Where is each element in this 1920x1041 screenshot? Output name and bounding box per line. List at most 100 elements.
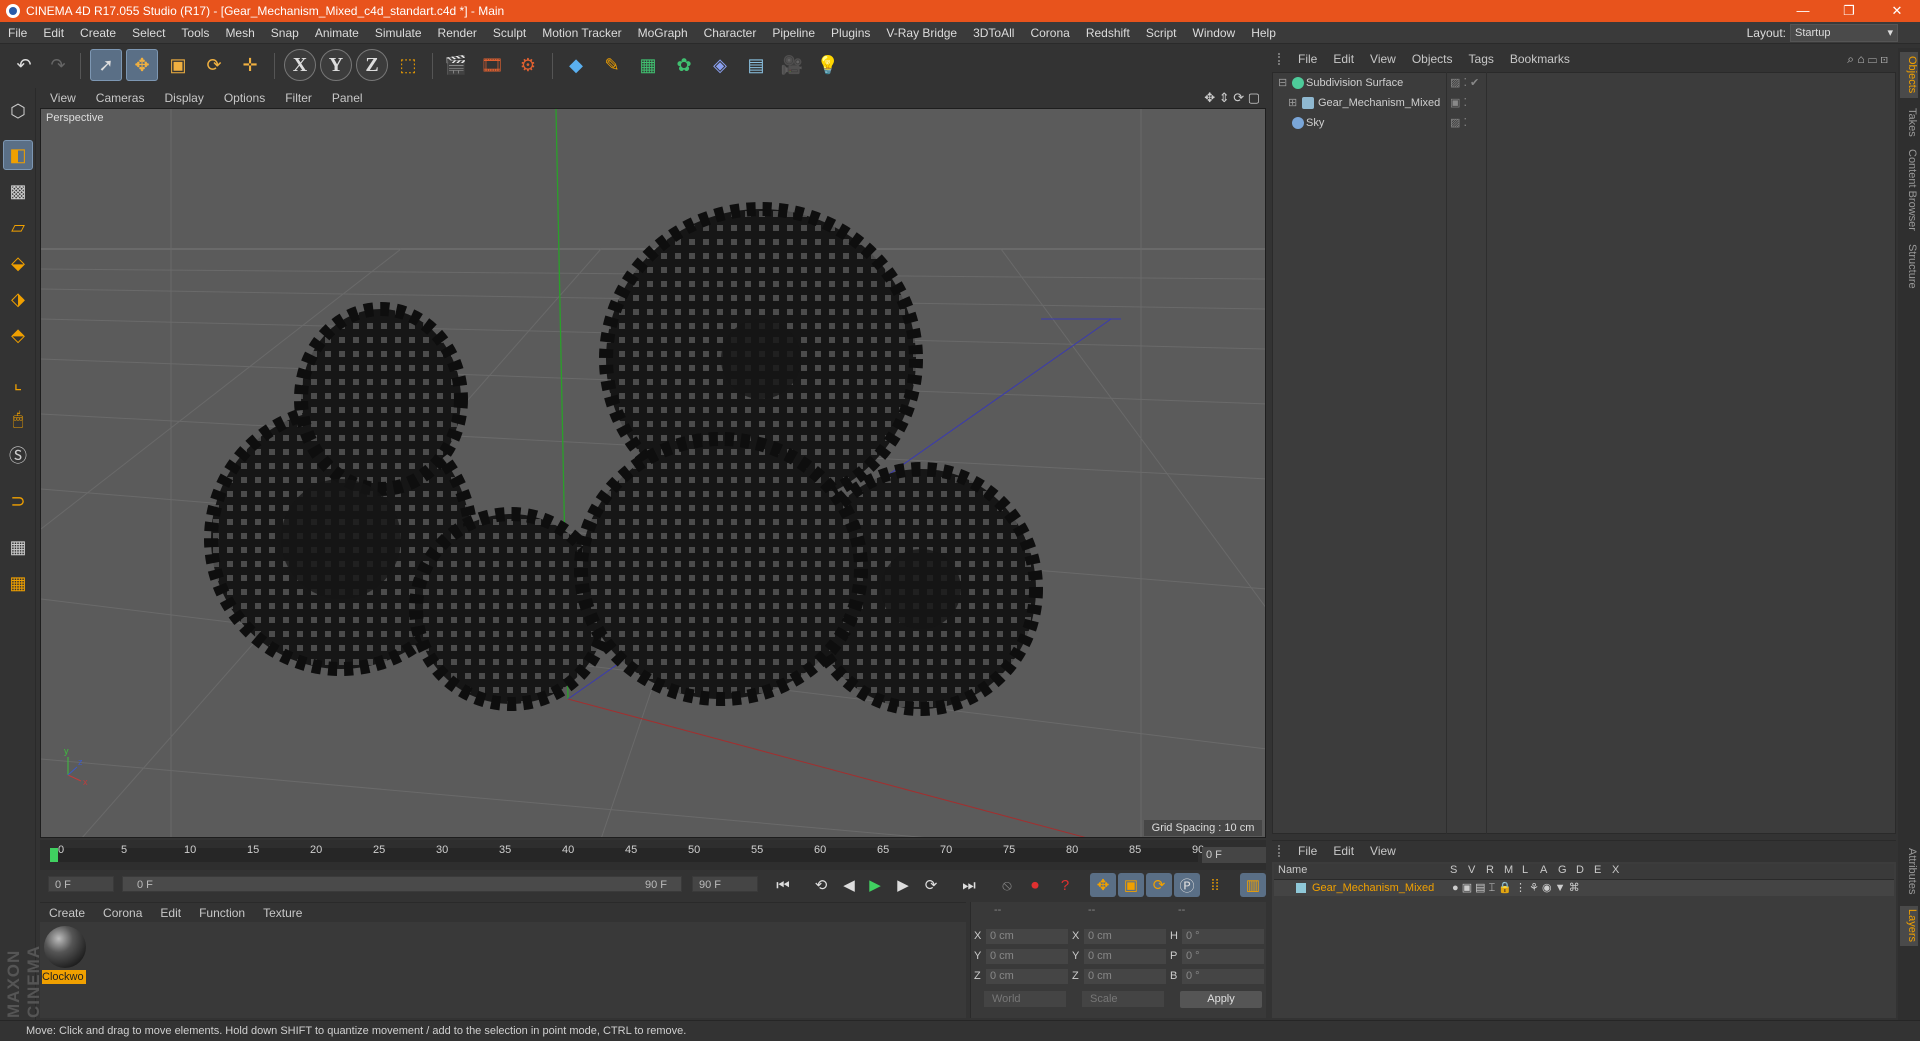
menu-simulate[interactable]: Simulate	[367, 26, 430, 40]
viewport-menu-options[interactable]: Options	[214, 91, 275, 105]
material-preview-icon[interactable]	[44, 926, 86, 968]
lm-menu-file[interactable]: File	[1290, 844, 1325, 858]
tab-layers[interactable]: Layers	[1900, 906, 1918, 946]
menu-mesh[interactable]: Mesh	[217, 26, 262, 40]
tab-content-browser[interactable]: Content Browser	[1900, 146, 1918, 234]
menu-pipeline[interactable]: Pipeline	[764, 26, 823, 40]
lock-workplane-icon[interactable]: ▦	[3, 532, 33, 562]
menu-help[interactable]: Help	[1243, 26, 1284, 40]
prev-frame-icon[interactable]: ◀	[836, 873, 862, 897]
pen-spline-icon[interactable]: ✎	[596, 49, 628, 81]
material-menu-corona[interactable]: Corona	[94, 906, 151, 920]
render-view-icon[interactable]: 🎬	[440, 49, 472, 81]
live-selection-icon[interactable]: ➚	[90, 49, 122, 81]
minimize-button[interactable]: —	[1780, 0, 1826, 22]
close-button[interactable]: ✕	[1874, 0, 1920, 22]
layer-color-icon[interactable]: ▣ ⁚	[1450, 94, 1467, 112]
viewport-nav-icons[interactable]: ✥ ⇕ ⟳ ▢	[1204, 90, 1260, 106]
camera-object-icon[interactable]: 🎥	[776, 49, 808, 81]
menu-vray-bridge[interactable]: V-Ray Bridge	[878, 26, 965, 40]
size-x-field[interactable]: 0 cm	[1084, 929, 1166, 944]
recent-tool-icon[interactable]: ✛	[234, 49, 266, 81]
menu-plugins[interactable]: Plugins	[823, 26, 878, 40]
record-active-icon[interactable]: ⦸	[994, 873, 1020, 897]
size-y-field[interactable]: 0 cm	[1084, 949, 1166, 964]
timeline-layout-icon[interactable]: ▥	[1240, 873, 1266, 897]
perspective-viewport[interactable]: y x z	[40, 108, 1266, 838]
visibility-dots-icon[interactable]: ▨ ⁚	[1450, 114, 1467, 132]
tab-takes[interactable]: Takes	[1900, 104, 1918, 140]
object-row-subdivision-surface[interactable]: ⊟ Subdivision Surface ▨ ⁚ ✔	[1274, 74, 1894, 92]
material-menu-function[interactable]: Function	[190, 906, 254, 920]
menu-sculpt[interactable]: Sculpt	[485, 26, 534, 40]
visibility-dots-icon[interactable]: ▨ ⁚ ✔	[1450, 74, 1479, 92]
rotation-key-icon[interactable]: ⟳	[1146, 873, 1172, 897]
play-icon[interactable]: ▶	[862, 873, 888, 897]
model-mode-icon[interactable]: ◧	[3, 140, 33, 170]
go-to-end-icon[interactable]: ⏭	[956, 873, 982, 897]
viewport-menu-panel[interactable]: Panel	[322, 91, 373, 105]
axis-mode-icon[interactable]: ⌞	[3, 368, 33, 398]
planar-workplane-icon[interactable]: ▦	[3, 568, 33, 598]
menu-render[interactable]: Render	[430, 26, 485, 40]
rot-b-field[interactable]: 0 °	[1182, 969, 1264, 984]
cube-object-icon[interactable]: ◆	[560, 49, 592, 81]
keyframe-selection-icon[interactable]: ?	[1052, 873, 1078, 897]
workplane-mode-icon[interactable]: ▱	[3, 212, 33, 242]
menu-window[interactable]: Window	[1185, 26, 1244, 40]
timeline-playhead[interactable]	[50, 848, 58, 862]
menu-select[interactable]: Select	[124, 26, 173, 40]
material-menu-edit[interactable]: Edit	[151, 906, 190, 920]
menu-3dtoall[interactable]: 3DToAll	[965, 26, 1022, 40]
mograph-cloner-icon[interactable]: ✿	[668, 49, 700, 81]
material-menu-texture[interactable]: Texture	[254, 906, 311, 920]
light-object-icon[interactable]: 💡	[812, 49, 844, 81]
lm-menu-view[interactable]: View	[1362, 844, 1404, 858]
preview-range-slider[interactable]: 0 F 90 F	[122, 876, 682, 892]
menu-tools[interactable]: Tools	[173, 26, 217, 40]
menu-redshift[interactable]: Redshift	[1078, 26, 1138, 40]
rot-h-field[interactable]: 0 °	[1182, 929, 1264, 944]
points-mode-icon[interactable]: ⬙	[3, 248, 33, 278]
viewport-menu-cameras[interactable]: Cameras	[86, 91, 155, 105]
x-axis-lock-icon[interactable]: X	[284, 49, 316, 81]
viewport-menu-view[interactable]: View	[40, 91, 86, 105]
apply-button[interactable]: Apply	[1180, 991, 1262, 1008]
scale-key-icon[interactable]: ▣	[1118, 873, 1144, 897]
solo-mode-icon[interactable]: Ⓢ	[3, 440, 33, 470]
tweak-mode-icon[interactable]: 🖱	[3, 404, 33, 434]
lm-menu-edit[interactable]: Edit	[1325, 844, 1362, 858]
y-axis-lock-icon[interactable]: Y	[320, 49, 352, 81]
menu-create[interactable]: Create	[72, 26, 124, 40]
menu-animate[interactable]: Animate	[307, 26, 367, 40]
om-menu-edit[interactable]: Edit	[1325, 52, 1362, 66]
panel-grip-icon[interactable]	[1278, 844, 1288, 857]
om-menu-file[interactable]: File	[1290, 52, 1325, 66]
prev-key-icon[interactable]: ⟲	[808, 873, 834, 897]
start-frame-field[interactable]: 0 F	[48, 876, 114, 892]
pla-key-icon[interactable]: ⁞⁞	[1202, 873, 1228, 897]
render-picture-viewer-icon[interactable]: 🎞	[476, 49, 508, 81]
pos-y-field[interactable]: 0 cm	[986, 949, 1068, 964]
next-frame-icon[interactable]: ▶	[890, 873, 916, 897]
coord-scale-select[interactable]: Scale	[1082, 991, 1164, 1007]
end-frame-field[interactable]: 90 F	[692, 876, 758, 892]
om-menu-view[interactable]: View	[1362, 52, 1404, 66]
om-menu-objects[interactable]: Objects	[1404, 52, 1461, 66]
go-to-start-icon[interactable]: ⏮	[770, 873, 796, 897]
viewport-menu-filter[interactable]: Filter	[275, 91, 322, 105]
material-menu-create[interactable]: Create	[40, 906, 94, 920]
rotate-tool-icon[interactable]: ⟳	[198, 49, 230, 81]
coordinate-system-icon[interactable]: ⬚	[392, 49, 424, 81]
coord-system-select[interactable]: World	[984, 991, 1066, 1007]
menu-motion-tracker[interactable]: Motion Tracker	[534, 26, 629, 40]
restore-button[interactable]: ❐	[1826, 0, 1872, 22]
layout-select[interactable]: Startup	[1790, 24, 1898, 42]
position-key-icon[interactable]: ✥	[1090, 873, 1116, 897]
scale-tool-icon[interactable]: ▣	[162, 49, 194, 81]
om-menu-tags[interactable]: Tags	[1461, 52, 1502, 66]
menu-script[interactable]: Script	[1138, 26, 1185, 40]
object-manager[interactable]	[1272, 72, 1896, 834]
tab-attributes[interactable]: Attributes	[1900, 842, 1918, 900]
layer-toggle-icons[interactable]: ● ▣ ▤ ⌶ 🔒 ⋮ ⚘ ◉ ▼ ⌘	[1452, 880, 1580, 896]
